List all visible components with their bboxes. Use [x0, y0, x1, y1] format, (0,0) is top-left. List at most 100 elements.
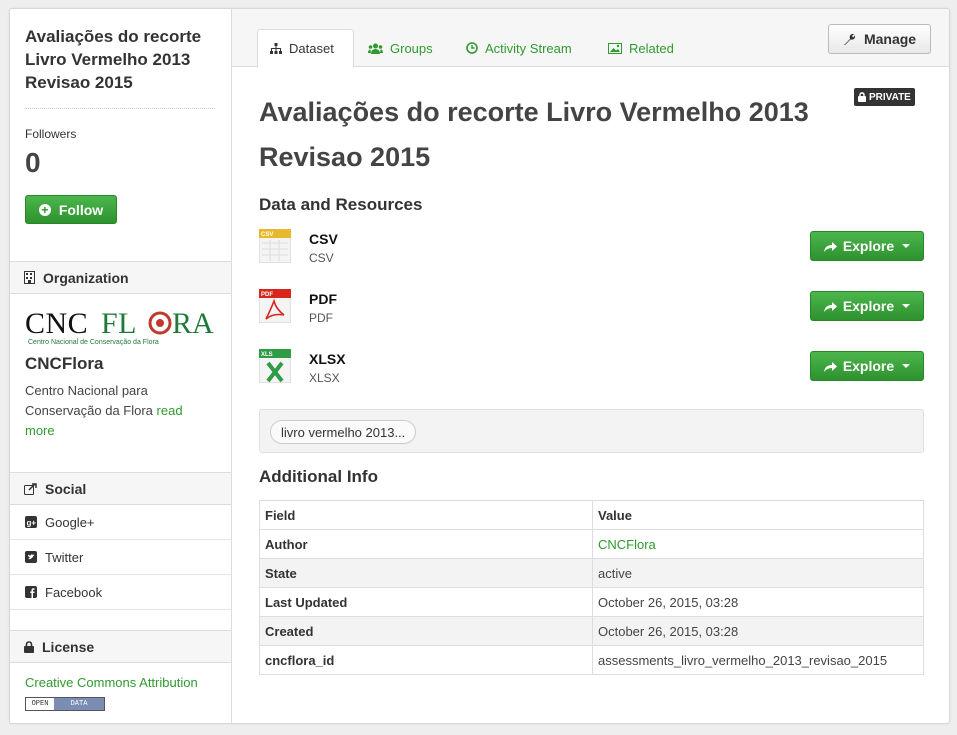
tab-activity-stream[interactable]: Activity Stream	[454, 29, 584, 67]
twitter-icon	[25, 551, 37, 563]
field-cell: cncflora_id	[259, 645, 593, 675]
column-header: Field	[259, 500, 593, 530]
lock-icon	[24, 640, 34, 653]
table-row: Author CNCFlora	[259, 529, 924, 559]
resource-name[interactable]: CSV	[309, 231, 338, 247]
value-cell: CNCFlora	[592, 529, 924, 559]
tab-label: Groups	[390, 40, 433, 56]
share-arrow-icon	[823, 361, 837, 372]
building-icon	[24, 271, 35, 284]
table-row: Last Updated October 26, 2015, 03:28	[259, 587, 924, 617]
org-description: Centro Nacional para Conservação da Flor…	[25, 381, 215, 441]
svg-text:CNC: CNC	[25, 307, 88, 340]
share-arrow-icon	[823, 241, 837, 252]
private-label: PRIVATE	[869, 91, 911, 103]
wrench-icon	[843, 33, 856, 45]
follow-label: Follow	[58, 201, 104, 218]
tab-groups[interactable]: Groups	[356, 29, 445, 67]
share-icon	[24, 482, 37, 495]
open-data-badge-left: OPEN	[26, 698, 54, 710]
value-cell: active	[592, 558, 924, 588]
org-description-text: Centro Nacional para Conservação da Flor…	[25, 383, 153, 418]
table-header-row: Field Value	[259, 500, 924, 530]
resources-heading: Data and Resources	[259, 195, 423, 214]
tag-list: livro vermelho 2013...	[259, 409, 924, 453]
license-heading-label: License	[42, 638, 95, 655]
resource-item[interactable]: CSV CSV CSV Explore	[259, 229, 924, 269]
explore-button[interactable]: Explore	[810, 291, 924, 321]
table-row: State active	[259, 558, 924, 588]
private-badge: PRIVATE	[854, 88, 915, 106]
additional-info-table: Field Value Author CNCFlora State active…	[259, 500, 924, 675]
share-arrow-icon	[823, 301, 837, 312]
author-link[interactable]: CNCFlora	[598, 537, 656, 552]
users-icon	[368, 43, 383, 54]
resource-item[interactable]: PDF PDF PDF Explore	[259, 289, 924, 329]
pdf-file-icon: PDF	[259, 289, 291, 323]
social-heading: Social	[10, 472, 231, 505]
tab-label: Activity Stream	[485, 40, 572, 56]
social-item-twitter[interactable]: Twitter	[10, 540, 231, 575]
tab-related[interactable]: Related	[596, 29, 686, 67]
cncflora-logo[interactable]: CNC FL RA Centro Nacional de Conservação…	[25, 307, 217, 347]
svg-text:CSV: CSV	[261, 232, 273, 238]
followers-count: 0	[25, 147, 41, 178]
manage-button[interactable]: Manage	[828, 24, 931, 54]
resource-format: PDF	[309, 311, 333, 325]
plus-circle-icon: +	[38, 203, 51, 216]
sitemap-icon	[270, 43, 282, 54]
field-cell: Author	[259, 529, 593, 559]
svg-text:FL: FL	[101, 307, 137, 340]
page-container: Avaliações do recorte Livro Vermelho 201…	[9, 8, 950, 724]
explore-label: Explore	[842, 358, 895, 374]
tab-bar: Dataset Groups Activity Stream Related M…	[232, 9, 949, 68]
open-data-badge-right: DATA	[54, 698, 104, 710]
explore-label: Explore	[842, 238, 895, 254]
svg-text:XLS: XLS	[261, 352, 273, 358]
svg-text:PDF: PDF	[261, 292, 273, 298]
tag-pill[interactable]: livro vermelho 2013...	[270, 420, 417, 444]
social-heading-label: Social	[45, 480, 87, 497]
svg-text:RA: RA	[172, 307, 214, 340]
follow-button[interactable]: + Follow	[25, 195, 117, 224]
resource-name[interactable]: PDF	[309, 291, 337, 307]
caret-down-icon	[902, 304, 911, 308]
tab-dataset[interactable]: Dataset	[257, 29, 354, 68]
svg-text:Centro Nacional de Conservação: Centro Nacional de Conservação da Flora	[28, 339, 159, 346]
field-cell: Last Updated	[259, 587, 593, 617]
social-item-googleplus[interactable]: g+ Google+	[10, 505, 231, 540]
sidebar: Avaliações do recorte Livro Vermelho 201…	[10, 9, 232, 723]
google-plus-icon: g+	[25, 516, 37, 528]
caret-down-icon	[902, 244, 911, 248]
main-content: Dataset Groups Activity Stream Related M…	[232, 9, 949, 723]
caret-down-icon	[902, 364, 911, 368]
xlsx-file-icon: XLS	[259, 349, 291, 383]
table-row: cncflora_id assessments_livro_vermelho_2…	[259, 645, 924, 675]
organization-heading-label: Organization	[43, 269, 129, 286]
table-row: Created October 26, 2015, 03:28	[259, 616, 924, 646]
field-cell: Created	[259, 616, 593, 646]
social-label: Facebook	[45, 584, 103, 600]
clock-icon	[466, 42, 478, 54]
resource-format: XLSX	[309, 371, 340, 385]
license-heading: License	[10, 630, 231, 663]
explore-label: Explore	[842, 298, 895, 314]
additional-info-heading: Additional Info	[259, 467, 378, 486]
csv-file-icon: CSV	[259, 229, 291, 263]
divider	[25, 108, 215, 109]
explore-button[interactable]: Explore	[810, 231, 924, 261]
open-data-badge[interactable]: OPEN DATA	[25, 697, 105, 711]
value-cell: October 26, 2015, 03:28	[592, 616, 924, 646]
organization-heading: Organization	[10, 261, 231, 294]
tab-label: Dataset	[289, 41, 334, 56]
field-cell: State	[259, 558, 593, 588]
social-item-facebook[interactable]: Facebook	[10, 575, 231, 610]
org-name: CNCFlora	[25, 354, 104, 373]
dataset-title: Avaliações do recorte Livro Vermelho 201…	[259, 97, 809, 172]
resource-item[interactable]: XLS XLSX XLSX Explore	[259, 349, 924, 389]
value-cell: October 26, 2015, 03:28	[592, 587, 924, 617]
explore-button[interactable]: Explore	[810, 351, 924, 381]
facebook-icon	[25, 586, 37, 598]
resource-name[interactable]: XLSX	[309, 351, 346, 367]
license-link[interactable]: Creative Commons Attribution	[25, 675, 198, 690]
